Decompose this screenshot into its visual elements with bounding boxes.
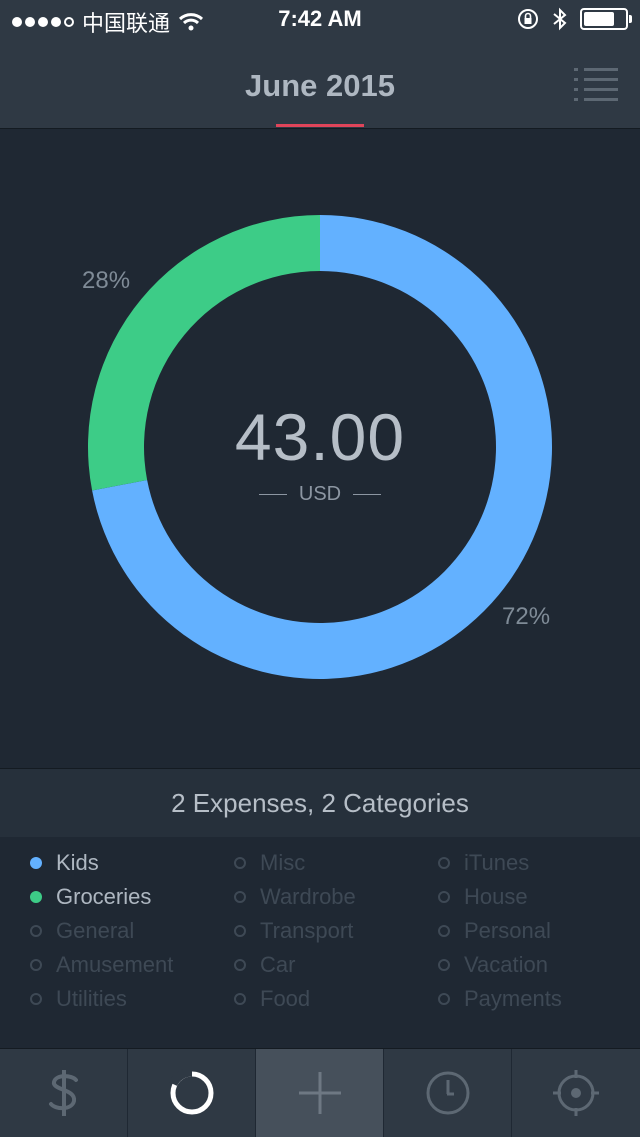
tab-bar — [0, 1048, 640, 1137]
category-marker-icon — [438, 857, 450, 869]
category-item-car[interactable]: Car — [234, 950, 295, 980]
category-label: Wardrobe — [260, 884, 356, 909]
category-legend: Kids Misc iTunes Groceries Wardrobe House Gene… — [0, 837, 640, 1047]
tab-location[interactable] — [512, 1049, 640, 1137]
category-marker-icon — [234, 959, 246, 971]
chart-area: 72% 28% 43.00 USD — [0, 129, 640, 768]
page-title[interactable]: June 2015 — [0, 68, 640, 104]
list-menu-icon[interactable] — [574, 68, 618, 102]
category-label: iTunes — [464, 850, 530, 875]
category-item-food[interactable]: Food — [234, 984, 310, 1014]
category-item-misc[interactable]: Misc — [234, 848, 305, 878]
total-amount: 43.00 — [234, 400, 406, 474]
category-label: Car — [260, 952, 296, 977]
category-item-kids[interactable]: Kids — [30, 848, 99, 878]
category-label: Misc — [260, 850, 306, 875]
title-underline — [276, 124, 364, 127]
category-item-groceries[interactable]: Groceries — [30, 882, 151, 912]
clock-icon — [426, 1071, 469, 1115]
crosshair-icon — [553, 1070, 599, 1116]
category-item-general[interactable]: General — [30, 916, 134, 946]
category-item-amusement[interactable]: Amusement — [30, 950, 173, 980]
category-marker-icon — [438, 993, 450, 1005]
category-marker-icon — [30, 891, 42, 903]
currency-label: USD — [0, 483, 640, 506]
percent-label-groceries: 28% — [82, 267, 131, 294]
donut-chart-icon — [168, 1069, 213, 1115]
category-label: Amusement — [56, 952, 174, 977]
category-marker-icon — [438, 925, 450, 937]
category-marker-icon — [30, 959, 42, 971]
category-label: Payments — [464, 986, 562, 1011]
category-label: Vacation — [464, 952, 548, 977]
plus-icon — [298, 1072, 341, 1114]
category-item-itunes[interactable]: iTunes — [438, 848, 529, 878]
category-label: Groceries — [56, 884, 152, 909]
category-marker-icon — [234, 993, 246, 1005]
category-label: Food — [260, 986, 311, 1011]
nav-bar: June 2015 — [0, 40, 640, 129]
dollar-icon — [48, 1070, 78, 1116]
category-label: Transport — [260, 918, 354, 943]
tab-expenses[interactable] — [0, 1049, 128, 1137]
category-item-payments[interactable]: Payments — [438, 984, 562, 1014]
category-label: General — [56, 918, 135, 943]
currency-code: USD — [298, 483, 342, 505]
category-item-wardrobe[interactable]: Wardrobe — [234, 882, 356, 912]
category-marker-icon — [30, 925, 42, 937]
battery-icon — [580, 8, 632, 30]
category-marker-icon — [30, 993, 42, 1005]
tab-add[interactable] — [256, 1049, 384, 1137]
category-item-house[interactable]: House — [438, 882, 528, 912]
category-marker-icon — [234, 891, 246, 903]
category-marker-icon — [234, 925, 246, 937]
category-marker-icon — [438, 891, 450, 903]
status-right — [516, 7, 632, 31]
expense-summary: 2 Expenses, 2 Categories — [0, 768, 640, 838]
category-item-personal[interactable]: Personal — [438, 916, 551, 946]
tab-chart[interactable] — [128, 1049, 256, 1137]
category-item-transport[interactable]: Transport — [234, 916, 353, 946]
tab-history[interactable] — [384, 1049, 512, 1137]
category-marker-icon — [438, 959, 450, 971]
percent-label-kids: 72% — [502, 603, 551, 630]
category-label: House — [464, 884, 528, 909]
category-label: Personal — [464, 918, 551, 943]
bluetooth-icon — [553, 7, 567, 31]
category-label: Utilities — [56, 986, 127, 1011]
category-label: Kids — [56, 850, 99, 875]
status-bar: 中国联通 7:42 AM — [0, 0, 640, 40]
category-item-vacation[interactable]: Vacation — [438, 950, 548, 980]
category-item-utilities[interactable]: Utilities — [30, 984, 127, 1014]
rotation-lock-icon — [518, 9, 538, 29]
category-marker-icon — [30, 857, 42, 869]
category-marker-icon — [234, 857, 246, 869]
